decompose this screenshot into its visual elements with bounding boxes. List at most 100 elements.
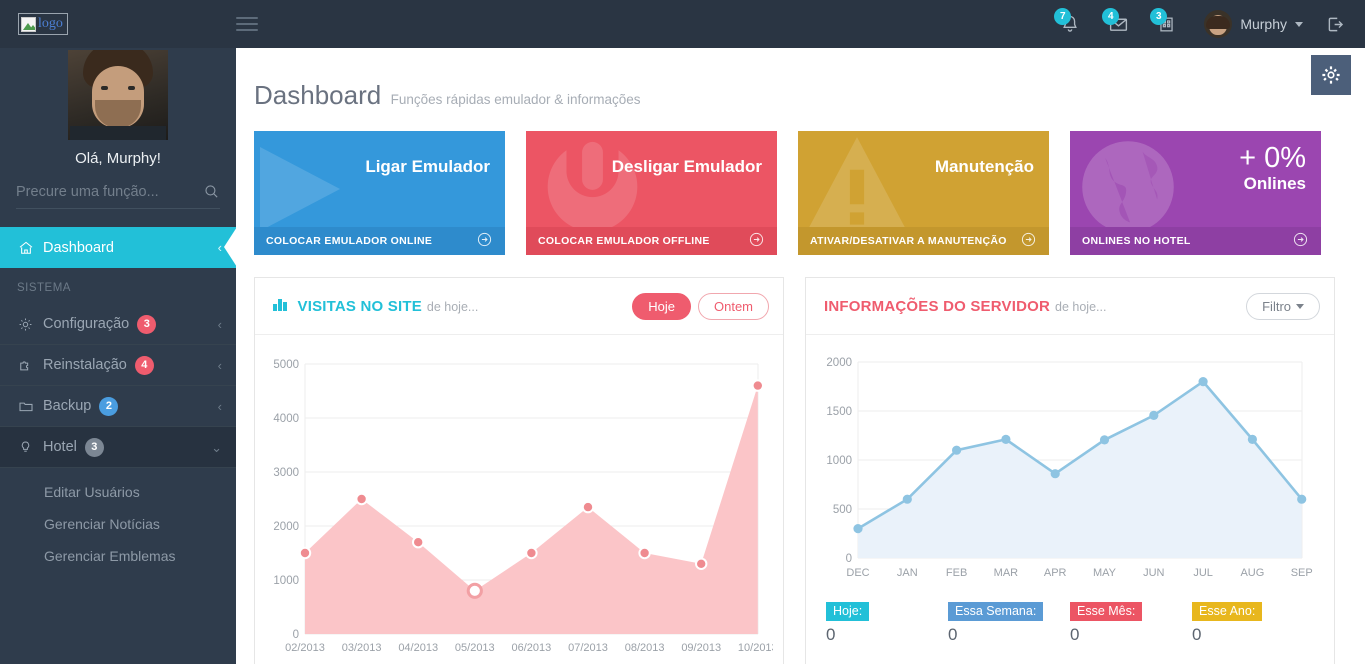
stat-label: Hoje: xyxy=(826,602,870,621)
tile-title: Manutenção xyxy=(934,157,1034,176)
sidebar-submenu-hotel: Editar Usuários Gerenciar Notícias Geren… xyxy=(0,468,236,576)
tile-title: Ligar Emulador xyxy=(365,157,490,176)
server-chart[interactable]: 2000 1500 1000 500 0 DEC JAN FEB MAR APR… xyxy=(806,335,1334,594)
stat-value: 0 xyxy=(1192,625,1202,644)
panel-header: VISITAS NO SITE de hoje... Hoje Ontem xyxy=(255,278,783,335)
tile-footer[interactable]: ATIVAR/DESATIVAR A MANUTENÇÃO xyxy=(798,227,1049,255)
svg-text:JAN: JAN xyxy=(897,567,918,579)
hotel-tasks-button[interactable]: 3 xyxy=(1142,0,1190,48)
server-chart-svg: 2000 1500 1000 500 0 DEC JAN FEB MAR APR… xyxy=(826,357,1312,579)
chevron-left-icon: ‹ xyxy=(217,398,222,414)
sidebar-item-badge: 3 xyxy=(84,437,104,457)
user-menu-button[interactable]: Murphy xyxy=(1190,0,1313,48)
tile-footer[interactable]: COLOCAR EMULADOR ONLINE xyxy=(254,227,505,255)
filter-dropdown-button[interactable]: Filtro xyxy=(1246,292,1320,320)
stat-esse-mes: Esse Mês: 0 xyxy=(1070,602,1192,645)
sidebar-item-reinstalacao[interactable]: Reinstalação 4 ‹ xyxy=(0,345,236,386)
svg-text:MAR: MAR xyxy=(994,567,1019,579)
server-stats-row: Hoje: 0 Essa Semana: 0 Esse Mês: 0 Esse … xyxy=(806,594,1334,645)
svg-text:DEC: DEC xyxy=(846,567,869,579)
sidebar-item-label: Backup xyxy=(43,398,92,414)
tile-footer[interactable]: ONLINES NO HOTEL xyxy=(1070,227,1321,255)
hamburger-line xyxy=(236,23,258,25)
sidebar-toggle-button[interactable] xyxy=(236,9,270,39)
arrow-right-circle-icon xyxy=(476,231,493,251)
sidebar-subitem-gerenciar-emblemas[interactable]: Gerenciar Emblemas xyxy=(0,540,236,572)
broken-image-icon xyxy=(21,16,36,32)
sidebar-subitem-editar-usuarios[interactable]: Editar Usuários xyxy=(0,476,236,508)
home-icon xyxy=(17,239,43,257)
y-axis-labels: 2000 1500 1000 500 0 xyxy=(826,357,852,565)
tile-percent: + 0% Onlines xyxy=(1239,142,1306,194)
arrow-right-circle-icon xyxy=(748,231,765,251)
tile-footer-label: COLOCAR EMULADOR OFFLINE xyxy=(538,235,710,247)
sidebar-item-dashboard[interactable]: Dashboard ‹ xyxy=(0,227,236,268)
stat-label: Essa Semana: xyxy=(948,602,1044,621)
stat-value: 0 xyxy=(1070,625,1080,644)
stat-value: 0 xyxy=(948,625,958,644)
bulb-icon xyxy=(17,439,43,456)
svg-text:10/2013: 10/2013 xyxy=(738,642,773,654)
tile-percent-label: Onlines xyxy=(1243,173,1306,193)
sidebar-subitem-gerenciar-noticias[interactable]: Gerenciar Notícias xyxy=(0,508,236,540)
stat-label: Esse Ano: xyxy=(1192,602,1263,621)
logout-button[interactable] xyxy=(1313,0,1357,48)
hamburger-line xyxy=(236,17,258,19)
svg-text:JUN: JUN xyxy=(1143,567,1164,579)
sidebar-menu: Dashboard ‹ SISTEMA Configuração 3 ‹ Rei… xyxy=(0,227,236,576)
chevron-left-icon: ‹ xyxy=(217,240,222,255)
stat-value: 0 xyxy=(826,625,836,644)
svg-text:5000: 5000 xyxy=(273,359,299,371)
navbar-right-group: 7 4 3 Murphy xyxy=(1046,0,1365,48)
svg-text:0: 0 xyxy=(293,629,299,641)
sidebar: Olá, Murphy! Dashboard ‹ SISTEMA xyxy=(0,48,236,664)
tile-desligar-emulador[interactable]: Desligar Emulador COLOCAR EMULADOR OFFLI… xyxy=(526,131,777,255)
sidebar-item-label: Configuração xyxy=(43,316,130,332)
server-area-fill xyxy=(858,381,1302,558)
chevron-left-icon: ‹ xyxy=(217,357,222,373)
sidebar-search[interactable] xyxy=(16,183,220,209)
x-axis-labels: 02/2013 03/2013 04/2013 05/2013 06/2013 … xyxy=(285,642,773,654)
filter-ontem-button[interactable]: Ontem xyxy=(697,292,769,320)
svg-text:1000: 1000 xyxy=(826,455,852,467)
sidebar-item-backup[interactable]: Backup 2 ‹ xyxy=(0,386,236,427)
settings-button[interactable] xyxy=(1311,55,1351,95)
tile-ligar-emulador[interactable]: Ligar Emulador COLOCAR EMULADOR ONLINE xyxy=(254,131,505,255)
sidebar-item-badge: 3 xyxy=(137,314,157,334)
tile-manutencao[interactable]: Manutenção ATIVAR/DESATIVAR A MANUTENÇÃO xyxy=(798,131,1049,255)
filter-dropdown-label: Filtro xyxy=(1262,298,1291,314)
logout-icon xyxy=(1328,17,1343,31)
brand-zone: logo xyxy=(0,0,236,48)
chevron-left-icon: ‹ xyxy=(217,316,222,332)
svg-text:1000: 1000 xyxy=(273,575,299,587)
filter-hoje-button[interactable]: Hoje xyxy=(632,292,691,320)
visits-chart[interactable]: 5000 4000 3000 2000 1000 0 02/2013 03/20… xyxy=(255,335,783,664)
stat-esse-ano: Esse Ano: 0 xyxy=(1192,602,1314,645)
search-input[interactable] xyxy=(16,183,203,200)
gear-icon xyxy=(17,316,43,333)
logo-alt-text: logo xyxy=(38,16,63,31)
main-content: Dashboard Funções rápidas emulador & inf… xyxy=(236,48,1365,664)
tile-footer-label: ATIVAR/DESATIVAR A MANUTENÇÃO xyxy=(810,235,1007,247)
tile-onlines[interactable]: + 0% Onlines ONLINES NO HOTEL xyxy=(1070,131,1321,255)
chevron-down-icon xyxy=(1295,21,1303,27)
svg-text:1500: 1500 xyxy=(826,406,852,418)
tile-footer[interactable]: COLOCAR EMULADOR OFFLINE xyxy=(526,227,777,255)
svg-text:09/2013: 09/2013 xyxy=(681,642,721,654)
avatar-eye-right xyxy=(128,86,135,90)
tile-footer-label: COLOCAR EMULADOR ONLINE xyxy=(266,235,433,247)
panel-title-group: VISITAS NO SITE de hoje... xyxy=(273,298,478,315)
folder-icon xyxy=(17,397,43,415)
top-navbar: logo 7 4 3 Murphy xyxy=(0,0,1365,48)
sidebar-item-hotel[interactable]: Hotel 3 ⌄ xyxy=(0,427,236,468)
svg-text:4000: 4000 xyxy=(273,413,299,425)
messages-button[interactable]: 4 xyxy=(1094,0,1142,48)
sidebar-item-configuracao[interactable]: Configuração 3 ‹ xyxy=(0,304,236,345)
svg-text:04/2013: 04/2013 xyxy=(398,642,438,654)
panel-title: INFORMAÇÕES DO SERVIDOR xyxy=(824,297,1051,315)
search-icon[interactable] xyxy=(203,183,220,200)
notifications-button[interactable]: 7 xyxy=(1046,0,1094,48)
sidebar-subitem-label: Editar Usuários xyxy=(44,484,140,500)
bar-chart-icon xyxy=(273,298,287,311)
visits-chart-svg: 5000 4000 3000 2000 1000 0 02/2013 03/20… xyxy=(273,359,773,654)
